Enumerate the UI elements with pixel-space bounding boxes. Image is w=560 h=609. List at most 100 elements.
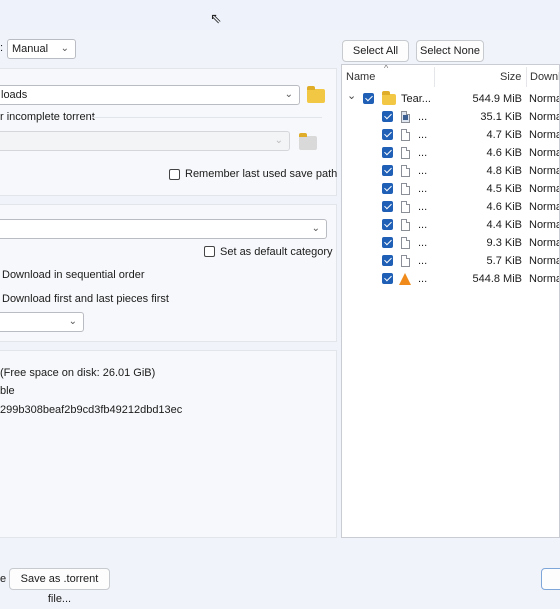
- tree-header: Name ^ Size Downl: [342, 64, 559, 89]
- file-priority[interactable]: Norma: [529, 129, 559, 141]
- file-row[interactable]: ... 4.4 KiB Norma: [342, 216, 559, 234]
- header-priority[interactable]: Downl: [530, 71, 559, 83]
- file-checkbox[interactable]: [382, 201, 393, 212]
- folder-icon: [382, 91, 396, 105]
- file-row[interactable]: ... 4.8 KiB Norma: [342, 162, 559, 180]
- folder-icon: [307, 86, 325, 103]
- file-row[interactable]: ... 4.6 KiB Norma: [342, 144, 559, 162]
- file-icon: [401, 165, 410, 177]
- remember-save-path-checkbox[interactable]: [169, 169, 180, 180]
- chevron-down-icon: ⌄: [274, 135, 283, 146]
- category-combo[interactable]: ⌄: [0, 219, 327, 239]
- bottom-left-label: e: [0, 573, 7, 585]
- stop-condition-combo[interactable]: ⌄: [0, 312, 84, 332]
- save-torrent-file-button[interactable]: Save as .torrent file...: [9, 568, 110, 605]
- file-row[interactable]: ... 544.8 MiB Norma: [342, 270, 559, 288]
- sort-indicator-icon: ^: [384, 64, 389, 73]
- file-checkbox[interactable]: [382, 183, 393, 194]
- file-size: 4.5 KiB: [486, 183, 522, 195]
- file-checkbox[interactable]: [382, 237, 393, 248]
- incomplete-path-combo[interactable]: ⌄: [0, 131, 290, 151]
- file-checkbox[interactable]: [382, 255, 393, 266]
- file-priority[interactable]: Norma: [529, 201, 559, 213]
- content-layout-select[interactable]: Manual ⌄: [7, 39, 76, 59]
- file-name: ...: [418, 219, 428, 231]
- file-checkbox[interactable]: [382, 273, 393, 284]
- select-none-button[interactable]: Select None: [416, 40, 484, 62]
- header-separator: [434, 67, 435, 87]
- file-name: ...: [418, 183, 428, 195]
- file-priority[interactable]: Norma: [529, 255, 559, 267]
- file-priority[interactable]: Norma: [529, 147, 559, 159]
- file-tree-view[interactable]: Name ^ Size Downl ⌄ Tear... 544.9 MiB No…: [341, 64, 560, 538]
- file-priority[interactable]: Norma: [529, 183, 559, 195]
- root-checkbox[interactable]: [363, 93, 374, 104]
- root-priority[interactable]: Norma: [529, 93, 559, 105]
- browse-incomplete-path-button[interactable]: [297, 131, 319, 151]
- default-category-checkbox[interactable]: [204, 246, 215, 257]
- layout-label: :: [0, 42, 4, 54]
- file-icon: [401, 129, 410, 141]
- file-name: ...: [418, 129, 428, 141]
- first-last-pieces-label[interactable]: Download first and last pieces first: [2, 293, 169, 305]
- header-size[interactable]: Size: [500, 71, 521, 83]
- image-file-icon: [401, 111, 410, 123]
- file-checkbox[interactable]: [382, 147, 393, 158]
- file-size: 4.7 KiB: [486, 129, 522, 141]
- file-priority[interactable]: Norma: [529, 219, 559, 231]
- groupbox-border: [92, 117, 322, 118]
- file-size: 4.6 KiB: [486, 147, 522, 159]
- file-name: ...: [418, 147, 428, 159]
- file-priority[interactable]: Norma: [529, 165, 559, 177]
- header-name[interactable]: Name: [346, 71, 375, 83]
- browse-save-path-button[interactable]: [305, 85, 327, 105]
- chevron-down-icon: ⌄: [284, 89, 293, 100]
- file-row[interactable]: ... 5.7 KiB Norma: [342, 252, 559, 270]
- file-size: 4.6 KiB: [486, 201, 522, 213]
- file-size: 544.8 MiB: [472, 273, 522, 285]
- file-name: ...: [418, 273, 428, 285]
- file-name: ...: [418, 111, 428, 123]
- file-row[interactable]: ... 4.6 KiB Norma: [342, 198, 559, 216]
- incomplete-torrent-label: r incomplete torrent: [0, 111, 95, 123]
- file-row[interactable]: ... 4.5 KiB Norma: [342, 180, 559, 198]
- file-row[interactable]: ... 4.7 KiB Norma: [342, 126, 559, 144]
- ok-button[interactable]: [541, 568, 560, 590]
- tree-root-row[interactable]: ⌄ Tear... 544.9 MiB Norma: [342, 89, 559, 108]
- file-name: ...: [418, 255, 428, 267]
- info-hash-value: 299b308beaf2b9cd3fb49212dbd13ec: [0, 404, 183, 416]
- content-layout-value: Manual: [12, 43, 49, 55]
- file-priority[interactable]: Norma: [529, 111, 559, 123]
- file-row[interactable]: ... 9.3 KiB Norma: [342, 234, 559, 252]
- file-icon: [401, 147, 410, 159]
- file-name: ...: [418, 237, 428, 249]
- folder-icon: [299, 133, 317, 150]
- file-name: ...: [418, 201, 428, 213]
- chevron-down-icon: ⌄: [68, 316, 77, 327]
- root-size: 544.9 MiB: [472, 93, 522, 105]
- file-name: ...: [418, 165, 428, 177]
- file-checkbox[interactable]: [382, 165, 393, 176]
- free-space-label: (Free space on disk: 26.01 GiB): [0, 367, 156, 379]
- file-icon: [401, 255, 410, 267]
- file-row[interactable]: ... 35.1 KiB Norma: [342, 108, 559, 126]
- window-titlebar: [0, 0, 560, 30]
- select-all-button[interactable]: Select All: [342, 40, 409, 62]
- file-icon: [401, 183, 410, 195]
- file-size: 9.3 KiB: [486, 237, 522, 249]
- default-category-label: Set as default category: [220, 246, 333, 258]
- save-path-combo[interactable]: loads ⌄: [0, 85, 300, 105]
- file-checkbox[interactable]: [382, 111, 393, 122]
- file-size: 35.1 KiB: [480, 111, 522, 123]
- header-separator: [526, 67, 527, 87]
- info-line-label: ble: [0, 385, 15, 397]
- sequential-download-label[interactable]: Download in sequential order: [2, 269, 144, 281]
- file-priority[interactable]: Norma: [529, 273, 559, 285]
- chevron-down-icon: ⌄: [311, 223, 320, 234]
- expand-chevron-icon[interactable]: ⌄: [347, 89, 356, 102]
- file-checkbox[interactable]: [382, 219, 393, 230]
- save-path-value: loads: [1, 89, 28, 101]
- file-priority[interactable]: Norma: [529, 237, 559, 249]
- file-size: 4.4 KiB: [486, 219, 522, 231]
- file-checkbox[interactable]: [382, 129, 393, 140]
